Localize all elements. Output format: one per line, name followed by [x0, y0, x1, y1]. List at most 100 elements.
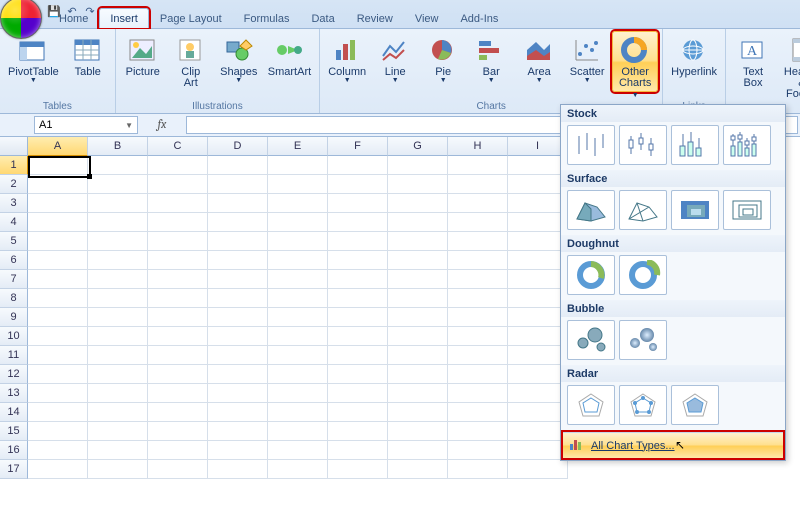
cell[interactable]	[208, 365, 268, 384]
row-header[interactable]: 4	[0, 213, 28, 232]
cell[interactable]	[28, 403, 88, 422]
smartart-button[interactable]: SmartArt	[264, 31, 315, 92]
tab-insert[interactable]: Insert	[99, 8, 149, 28]
stock-chart-3[interactable]	[671, 125, 719, 165]
cell[interactable]	[208, 441, 268, 460]
pivottable-button[interactable]: PivotTable▼	[4, 31, 63, 92]
cell[interactable]	[268, 156, 328, 175]
row-header[interactable]: 5	[0, 232, 28, 251]
cell[interactable]	[148, 346, 208, 365]
cell[interactable]	[448, 175, 508, 194]
cell[interactable]	[208, 156, 268, 175]
line-chart-button[interactable]: Line▼	[372, 31, 418, 92]
cell[interactable]	[28, 327, 88, 346]
area-chart-button[interactable]: Area▼	[516, 31, 562, 92]
cell[interactable]	[448, 460, 508, 479]
row-header[interactable]: 9	[0, 308, 28, 327]
column-header[interactable]: E	[268, 137, 328, 156]
cell[interactable]	[388, 213, 448, 232]
cell[interactable]	[208, 270, 268, 289]
tab-data[interactable]: Data	[300, 8, 345, 28]
cell[interactable]	[328, 156, 388, 175]
cell[interactable]	[268, 346, 328, 365]
cell[interactable]	[208, 251, 268, 270]
select-all-corner[interactable]	[0, 137, 28, 156]
row-header[interactable]: 15	[0, 422, 28, 441]
cell[interactable]	[388, 175, 448, 194]
cell[interactable]	[508, 289, 568, 308]
shapes-button[interactable]: Shapes▼	[216, 31, 262, 92]
cell[interactable]	[268, 308, 328, 327]
cell[interactable]	[208, 460, 268, 479]
row-header[interactable]: 16	[0, 441, 28, 460]
all-chart-types-item[interactable]: All Chart Types... ↖	[563, 432, 783, 458]
radar-chart-1[interactable]	[567, 385, 615, 425]
cell[interactable]	[88, 384, 148, 403]
cell[interactable]	[148, 289, 208, 308]
cell[interactable]	[148, 175, 208, 194]
cell[interactable]	[28, 194, 88, 213]
cell[interactable]	[148, 308, 208, 327]
cell[interactable]	[28, 365, 88, 384]
cell[interactable]	[208, 213, 268, 232]
row-header[interactable]: 14	[0, 403, 28, 422]
column-header[interactable]: A	[28, 137, 88, 156]
cell[interactable]	[388, 403, 448, 422]
cell[interactable]	[388, 460, 448, 479]
radar-chart-3[interactable]	[671, 385, 719, 425]
cell[interactable]	[148, 365, 208, 384]
surface-chart-3[interactable]	[671, 190, 719, 230]
cell[interactable]	[268, 365, 328, 384]
cell[interactable]	[328, 251, 388, 270]
stock-chart-4[interactable]	[723, 125, 771, 165]
cell[interactable]	[88, 422, 148, 441]
cell[interactable]	[148, 251, 208, 270]
column-header[interactable]: D	[208, 137, 268, 156]
cell[interactable]	[208, 327, 268, 346]
cell[interactable]	[208, 346, 268, 365]
cell[interactable]	[328, 460, 388, 479]
tab-view[interactable]: View	[404, 8, 450, 28]
column-header[interactable]: F	[328, 137, 388, 156]
cell[interactable]	[148, 422, 208, 441]
textbox-button[interactable]: A TextBox	[730, 31, 776, 92]
cell[interactable]	[268, 327, 328, 346]
cell[interactable]	[328, 403, 388, 422]
row-header[interactable]: 17	[0, 460, 28, 479]
cell[interactable]	[88, 346, 148, 365]
cell[interactable]	[28, 213, 88, 232]
cell[interactable]	[148, 327, 208, 346]
cell[interactable]	[268, 441, 328, 460]
cell[interactable]	[88, 441, 148, 460]
cell[interactable]	[448, 346, 508, 365]
cell[interactable]	[388, 327, 448, 346]
cell[interactable]	[268, 460, 328, 479]
fx-icon[interactable]: fx	[138, 114, 186, 136]
cell[interactable]	[328, 270, 388, 289]
cell[interactable]	[508, 175, 568, 194]
row-header[interactable]: 8	[0, 289, 28, 308]
cell[interactable]	[148, 403, 208, 422]
cell[interactable]	[148, 213, 208, 232]
cell[interactable]	[88, 403, 148, 422]
cell[interactable]	[208, 175, 268, 194]
cell[interactable]	[148, 460, 208, 479]
row-header[interactable]: 10	[0, 327, 28, 346]
cell[interactable]	[388, 251, 448, 270]
cell[interactable]	[268, 289, 328, 308]
column-header[interactable]: C	[148, 137, 208, 156]
picture-button[interactable]: Picture	[120, 31, 166, 92]
cell[interactable]	[28, 251, 88, 270]
cell[interactable]	[388, 270, 448, 289]
row-header[interactable]: 6	[0, 251, 28, 270]
cell[interactable]	[448, 213, 508, 232]
tab-review[interactable]: Review	[346, 8, 404, 28]
cell[interactable]	[148, 232, 208, 251]
row-header[interactable]: 12	[0, 365, 28, 384]
cell[interactable]	[208, 194, 268, 213]
cell[interactable]	[268, 384, 328, 403]
cell[interactable]	[28, 384, 88, 403]
doughnut-chart-2[interactable]	[619, 255, 667, 295]
cell[interactable]	[388, 422, 448, 441]
cell[interactable]	[388, 346, 448, 365]
